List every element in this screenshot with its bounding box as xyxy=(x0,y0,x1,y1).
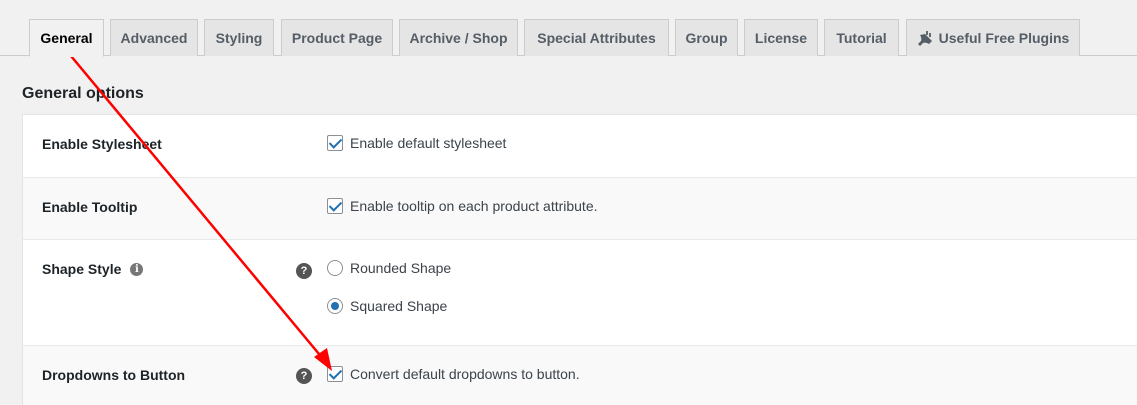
tab-special-attributes[interactable]: Special Attributes xyxy=(524,19,669,56)
tab-useful-free-plugins[interactable]: Useful Free Plugins xyxy=(906,19,1080,56)
tab-label: Group xyxy=(685,30,728,46)
tab-advanced[interactable]: Advanced xyxy=(110,19,198,56)
row-enable-tooltip: Enable Tooltip Enable tooltip on each pr… xyxy=(23,178,1137,240)
tab-license[interactable]: License xyxy=(744,19,818,56)
radio-label: Squared Shape xyxy=(350,298,448,314)
tab-product-page[interactable]: Product Page xyxy=(281,19,393,56)
tab-label: General xyxy=(40,30,93,46)
general-options-panel: Enable Stylesheet Enable default stylesh… xyxy=(22,114,1137,405)
help-icon[interactable]: ? xyxy=(296,263,312,279)
setting-label: Enable Tooltip xyxy=(42,199,138,215)
squared-shape-radio[interactable]: Squared Shape xyxy=(327,298,447,314)
tab-label: Tutorial xyxy=(836,30,887,46)
setting-label: Shape Style i xyxy=(42,261,144,277)
enable-stylesheet-checkbox[interactable]: Enable default stylesheet xyxy=(327,135,506,151)
rounded-shape-radio[interactable]: Rounded Shape xyxy=(327,260,451,276)
checkbox-label: Enable tooltip on each product attribute… xyxy=(350,198,598,214)
section-title: General options xyxy=(22,85,144,102)
radio-button[interactable] xyxy=(327,260,343,276)
row-enable-stylesheet: Enable Stylesheet Enable default stylesh… xyxy=(23,115,1137,178)
help-icon[interactable]: ? xyxy=(296,368,312,384)
checkbox-box[interactable] xyxy=(327,366,343,382)
setting-label: Enable Stylesheet xyxy=(42,136,162,152)
checkbox-label: Convert default dropdowns to button. xyxy=(350,366,580,382)
checkbox-label: Enable default stylesheet xyxy=(350,135,507,151)
tab-group[interactable]: Group xyxy=(675,19,738,56)
radio-button[interactable] xyxy=(327,298,343,314)
tab-label: Useful Free Plugins xyxy=(938,30,1070,46)
tab-label: Product Page xyxy=(291,30,383,46)
checkbox-box[interactable] xyxy=(327,198,343,214)
shape-style-label: Shape Style xyxy=(42,261,122,277)
tab-styling[interactable]: Styling xyxy=(204,19,274,56)
plug-icon xyxy=(917,31,932,46)
dropdowns-to-button-checkbox[interactable]: Convert default dropdowns to button. xyxy=(327,366,580,382)
enable-tooltip-checkbox[interactable]: Enable tooltip on each product attribute… xyxy=(327,198,598,214)
checkbox-box[interactable] xyxy=(327,135,343,151)
settings-tab-bar: General Advanced Styling Product Page Ar… xyxy=(0,0,1137,57)
tab-label: Advanced xyxy=(120,30,188,46)
radio-label: Rounded Shape xyxy=(350,260,452,276)
tab-label: License xyxy=(754,30,808,46)
tab-label: Special Attributes xyxy=(537,30,656,46)
tab-tutorial[interactable]: Tutorial xyxy=(824,19,899,56)
row-shape-style: Shape Style i ? Rounded Shape Squared Sh… xyxy=(23,240,1137,346)
info-icon[interactable]: i xyxy=(130,262,144,276)
tab-archive-shop[interactable]: Archive / Shop xyxy=(399,19,518,56)
tab-label: Styling xyxy=(215,30,263,46)
tab-label: Archive / Shop xyxy=(409,30,508,46)
tab-general[interactable]: General xyxy=(29,19,104,57)
row-dropdowns-to-button: Dropdowns to Button ? Convert default dr… xyxy=(23,346,1137,405)
setting-label: Dropdowns to Button xyxy=(42,367,186,383)
